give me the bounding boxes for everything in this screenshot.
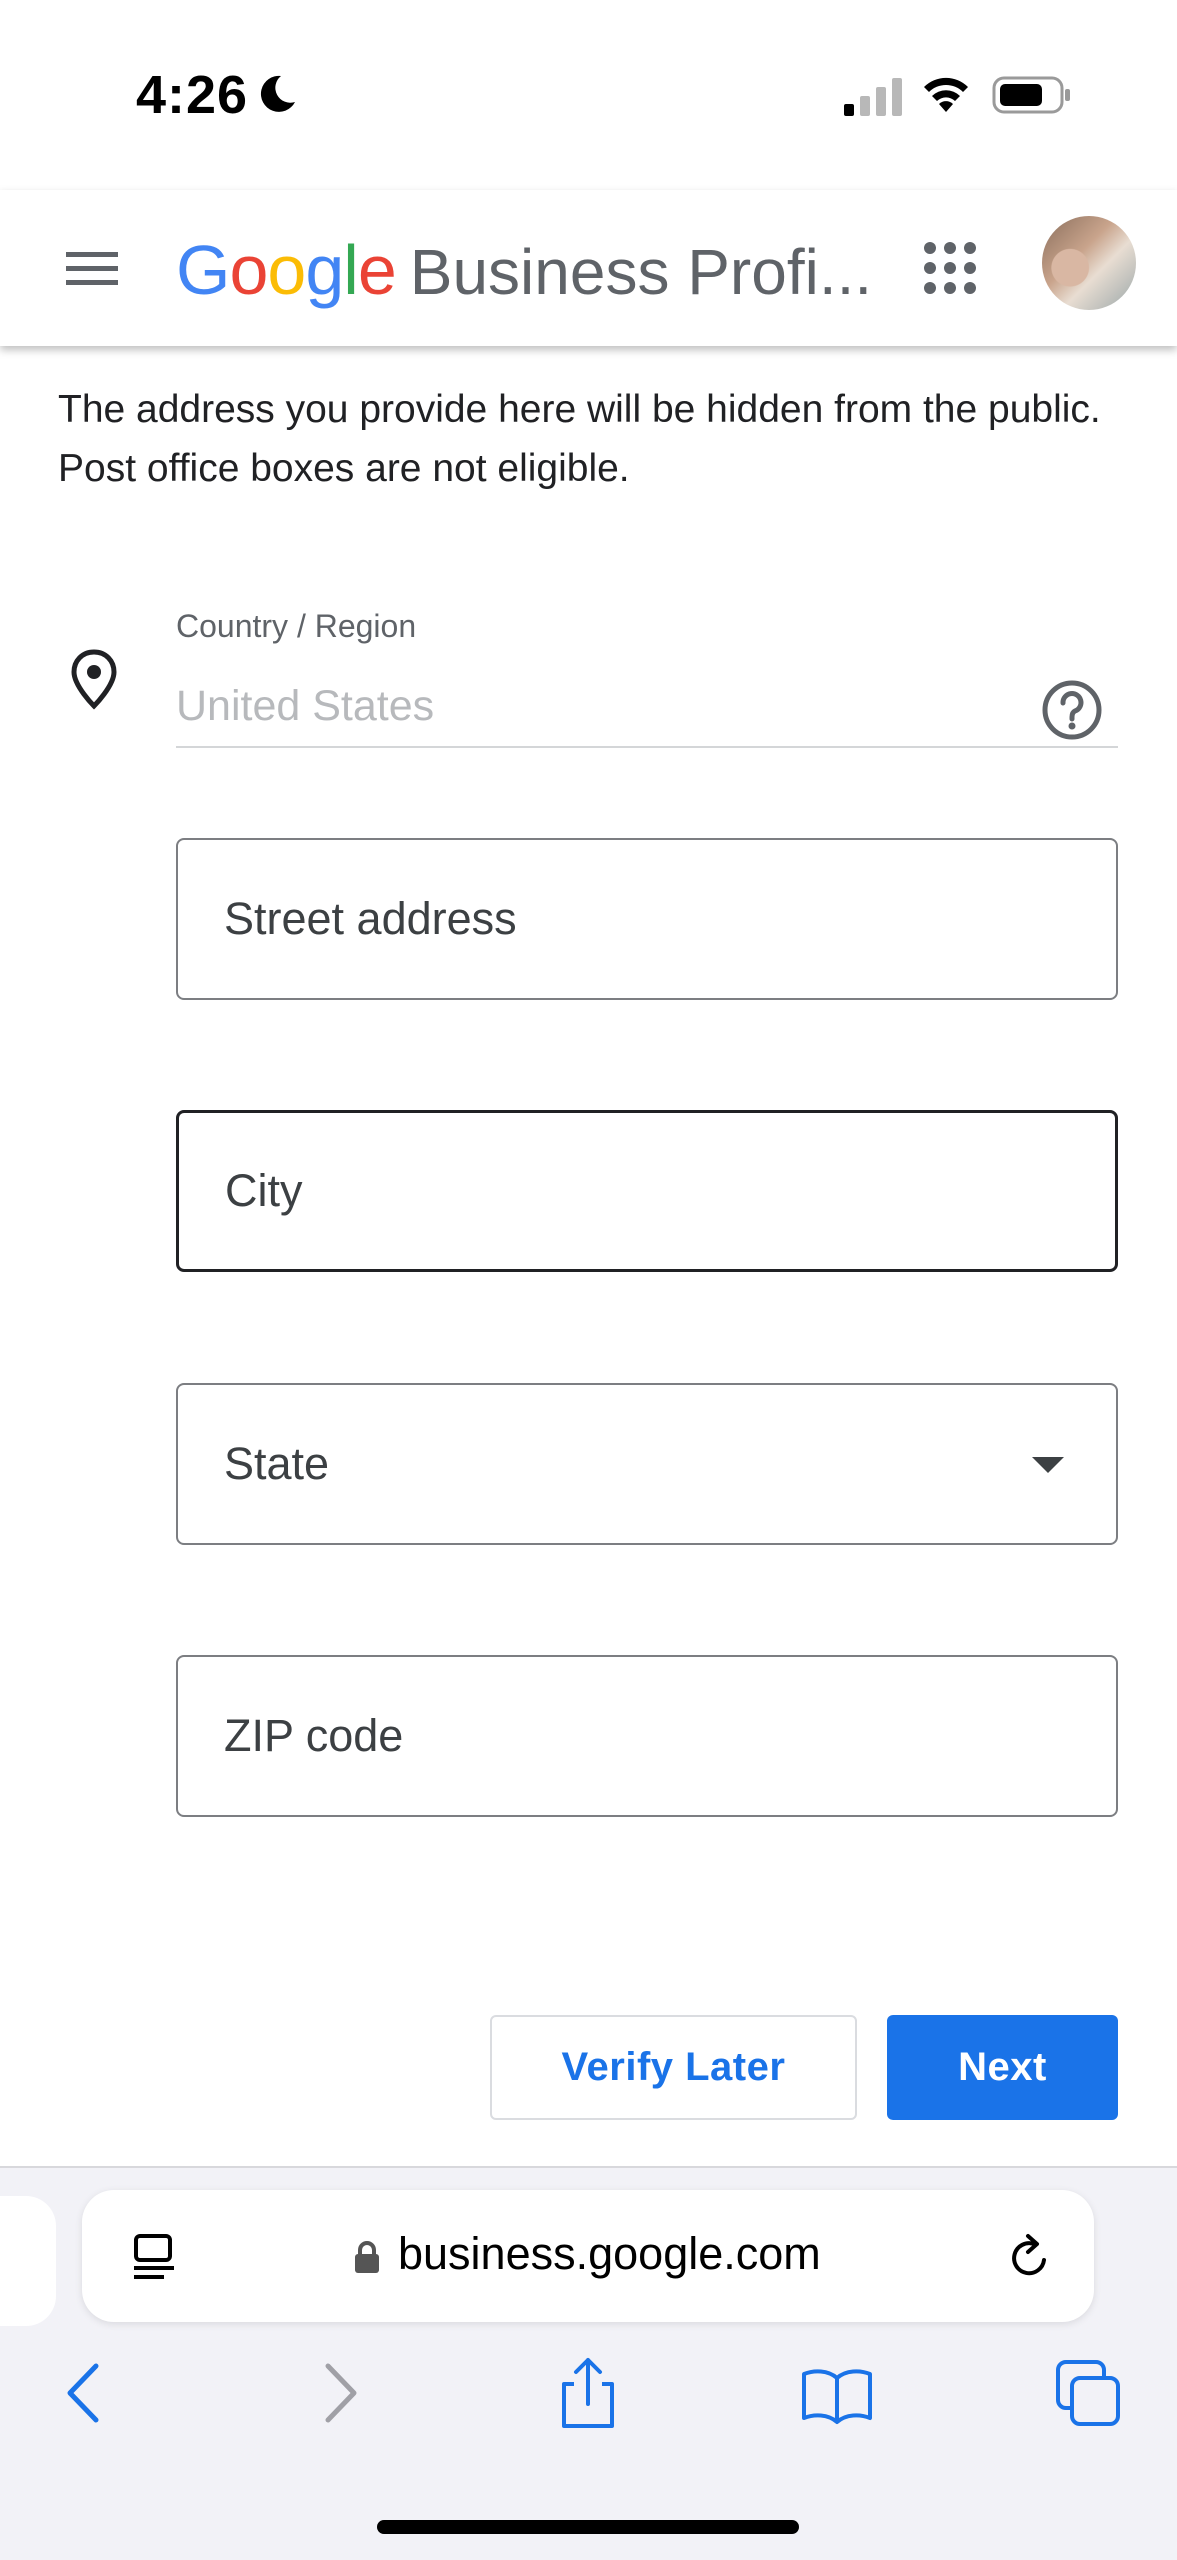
cellular-signal-icon [844,78,902,116]
app-header: Google Business Profi... [0,190,1177,346]
product-name: Business Profi... [409,236,873,308]
wifi-icon [924,77,968,112]
help-icon[interactable] [1040,678,1104,742]
moon-icon [260,75,295,112]
city-field[interactable]: City [176,1110,1118,1272]
zip-code-field[interactable]: ZIP code [176,1655,1118,1817]
street-address-placeholder: Street address [224,893,517,944]
lock-icon [355,2241,379,2273]
account-avatar[interactable] [1042,216,1136,310]
google-logo-text: Google [176,231,397,309]
address-bar[interactable]: business.google.com [82,2190,1094,2322]
state-select[interactable]: State [176,1383,1118,1545]
tabs-icon[interactable] [1054,2356,1124,2430]
city-placeholder: City [225,1165,303,1216]
battery-icon [992,76,1070,114]
location-pin-icon [71,649,117,710]
status-bar: 4:26 [0,0,1177,190]
page-menu-icon[interactable] [130,2232,178,2282]
next-button[interactable]: Next [887,2015,1118,2120]
state-placeholder: State [224,1438,330,1489]
dropdown-arrow-icon [1032,1457,1064,1473]
url-text: business.google.com [398,2228,821,2279]
country-region-label: Country / Region [176,608,417,644]
forward-icon[interactable] [318,2356,362,2430]
zip-code-placeholder: ZIP code [224,1710,404,1761]
address-privacy-note: The address you provide here will be hid… [58,388,1101,490]
verify-later-button[interactable]: Verify Later [490,2015,857,2120]
country-region-value: United States [176,682,435,730]
apps-grid-icon[interactable] [922,240,978,296]
menu-icon[interactable] [62,240,122,296]
country-field-underline [176,746,1118,748]
google-business-profile-logo[interactable]: Google Business Profi... [176,230,872,310]
back-icon[interactable] [62,2356,106,2430]
home-indicator [377,2520,799,2534]
bookmarks-icon[interactable] [800,2356,874,2430]
share-icon[interactable] [556,2356,620,2430]
previous-tab-preview[interactable] [0,2196,56,2326]
reload-icon[interactable] [1004,2230,1056,2284]
street-address-field[interactable]: Street address [176,838,1118,1000]
status-time: 4:26 [136,65,249,125]
